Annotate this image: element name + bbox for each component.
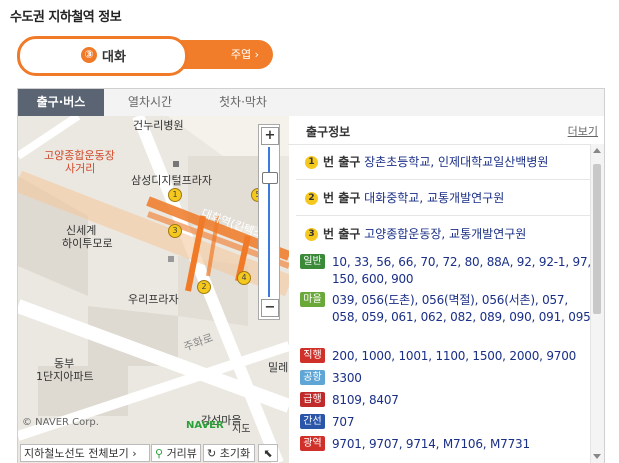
map-label-intersection: 사거리 (65, 162, 96, 175)
bus-type-badge: 급행 (300, 392, 325, 407)
bus-row-village: 마을 039, 056(도촌), 056(멱절), 056(서촌), 057, … (300, 292, 591, 344)
naver-map-suffix: 지도 (232, 424, 251, 435)
exit-number-badge: 1 (305, 156, 318, 169)
map-graphic (18, 116, 289, 463)
exit-row-3: 3 번 출구 고양종합운동장, 교통개발연구원 (305, 225, 595, 242)
zoom-in-button[interactable]: + (261, 127, 279, 145)
streetview-button[interactable]: ⚲ 거리뷰 (151, 444, 201, 462)
exit-destinations: 장촌초등학교, 인제대학교일산백병원 (364, 155, 549, 169)
tab-train-times[interactable]: 열차시간 (104, 89, 196, 116)
map-label-dongbu-apt: 1단지아파트 (36, 370, 94, 383)
exit-marker-4[interactable]: 4 (237, 271, 251, 285)
line-number-badge: ③ (81, 47, 97, 63)
scroll-down-arrow[interactable] (593, 454, 601, 459)
bus-type-badge: 직행 (300, 348, 325, 363)
tab-exit-bus[interactable]: 출구·버스 (18, 89, 104, 116)
exit-number-badge: 3 (305, 228, 318, 241)
bus-numbers: 200, 1000, 1001, 1100, 1500, 2000, 9700 (332, 349, 577, 363)
tab-first-last[interactable]: 첫차·막차 (196, 89, 290, 116)
reset-label: 초기화 (219, 447, 251, 460)
bus-numbers: 3300 (332, 371, 362, 385)
bus-type-badge: 공항 (300, 370, 325, 385)
station-name: 대화 (102, 50, 126, 65)
map-copyright: © NAVER Corp. (22, 417, 99, 428)
zoom-track[interactable] (268, 147, 270, 297)
bus-numbers: 039, 056(도촌), 056(멱절), 056(서촌), 057, 058… (332, 293, 591, 324)
exit-info-header: 출구정보 더보기 (288, 116, 604, 145)
bus-type-badge: 간선 (300, 414, 325, 429)
exit-row-2: 2 번 출구 대화중학교, 교통개발연구원 (305, 189, 595, 206)
exit-info-title: 출구정보 (306, 125, 351, 139)
refresh-icon: ↻ (207, 447, 217, 460)
zoom-slider-handle[interactable] (262, 172, 278, 184)
exit-marker-3[interactable]: 3 (168, 224, 182, 238)
bus-type-badge: 마을 (300, 292, 325, 307)
exit-row-1: 1 번 출구 장촌초등학교, 인제대학교일산백병원 (305, 153, 595, 170)
streetview-label: 거리뷰 (166, 447, 197, 460)
bus-type-badge: 일반 (300, 254, 325, 269)
page-title: 수도권 지하철역 정보 (10, 10, 122, 25)
map-label-mill: 밀레 (268, 361, 289, 374)
naver-logo: NAVER (186, 420, 224, 431)
more-link[interactable]: 더보기 (568, 123, 598, 139)
full-subway-map-button[interactable]: 지하철노선도 전체보기 › (20, 444, 150, 462)
exit-marker-2[interactable]: 2 (197, 280, 211, 294)
scroll-thumb[interactable] (593, 164, 601, 314)
divider (296, 179, 592, 180)
scroll-up-arrow[interactable] (593, 148, 601, 153)
zoom-control: + − (258, 124, 280, 320)
exit-destinations: 고양종합운동장, 교통개발연구원 (364, 227, 527, 241)
divider (296, 215, 592, 216)
bus-type-badge: 광역 (300, 436, 325, 451)
station-selector: 주엽 › ③ 대화 (17, 36, 273, 76)
bus-numbers: 8109, 8407 (332, 393, 399, 407)
station-map[interactable]: 건누리병원 고양종합운동장 사거리 삼성디지털프라자 신세계 하이투모로 대화역… (17, 116, 289, 463)
exit-marker-1[interactable]: 1 (168, 188, 182, 202)
streetview-icon: ⚲ (155, 447, 164, 460)
exit-label: 번 출구 (323, 155, 361, 169)
bus-numbers: 10, 33, 56, 66, 70, 72, 80, 88A, 92, 92-… (332, 255, 592, 286)
expand-icon: ⬉ (263, 447, 273, 460)
map-label-hitomorrow: 하이투모로 (62, 237, 113, 250)
exit-destinations: 대화중학교, 교통개발연구원 (364, 191, 505, 205)
bus-row-general: 일반 10, 33, 56, 66, 70, 72, 80, 88A, 92, … (300, 254, 591, 290)
map-label-woori: 우리프라자 (128, 293, 179, 306)
exit-label: 번 출구 (323, 191, 361, 205)
map-label-samsung: 삼성디지털프라자 (131, 174, 212, 187)
panel-scrollbar[interactable] (590, 144, 604, 463)
exit-info-panel: 출구정보 더보기 1 번 출구 장촌초등학교, 인제대학교일산백병원 2 번 출구 … (288, 116, 605, 463)
current-station: ③ 대화 (17, 36, 188, 76)
bus-numbers: 9701, 9707, 9714, M7106, M7731 (332, 437, 530, 451)
reset-button[interactable]: ↻ 초기화 (203, 444, 255, 462)
bus-numbers: 707 (332, 415, 355, 429)
exit-number-badge: 2 (305, 192, 318, 205)
map-label-hospital: 건누리병원 (133, 119, 184, 132)
info-tabs: 출구·버스 열차시간 첫차·막차 (17, 88, 605, 116)
next-station-label: 주엽 › (230, 48, 259, 61)
exit-label: 번 출구 (323, 227, 361, 241)
expand-map-button[interactable]: ⬉ (258, 444, 278, 462)
zoom-out-button[interactable]: − (261, 299, 279, 317)
